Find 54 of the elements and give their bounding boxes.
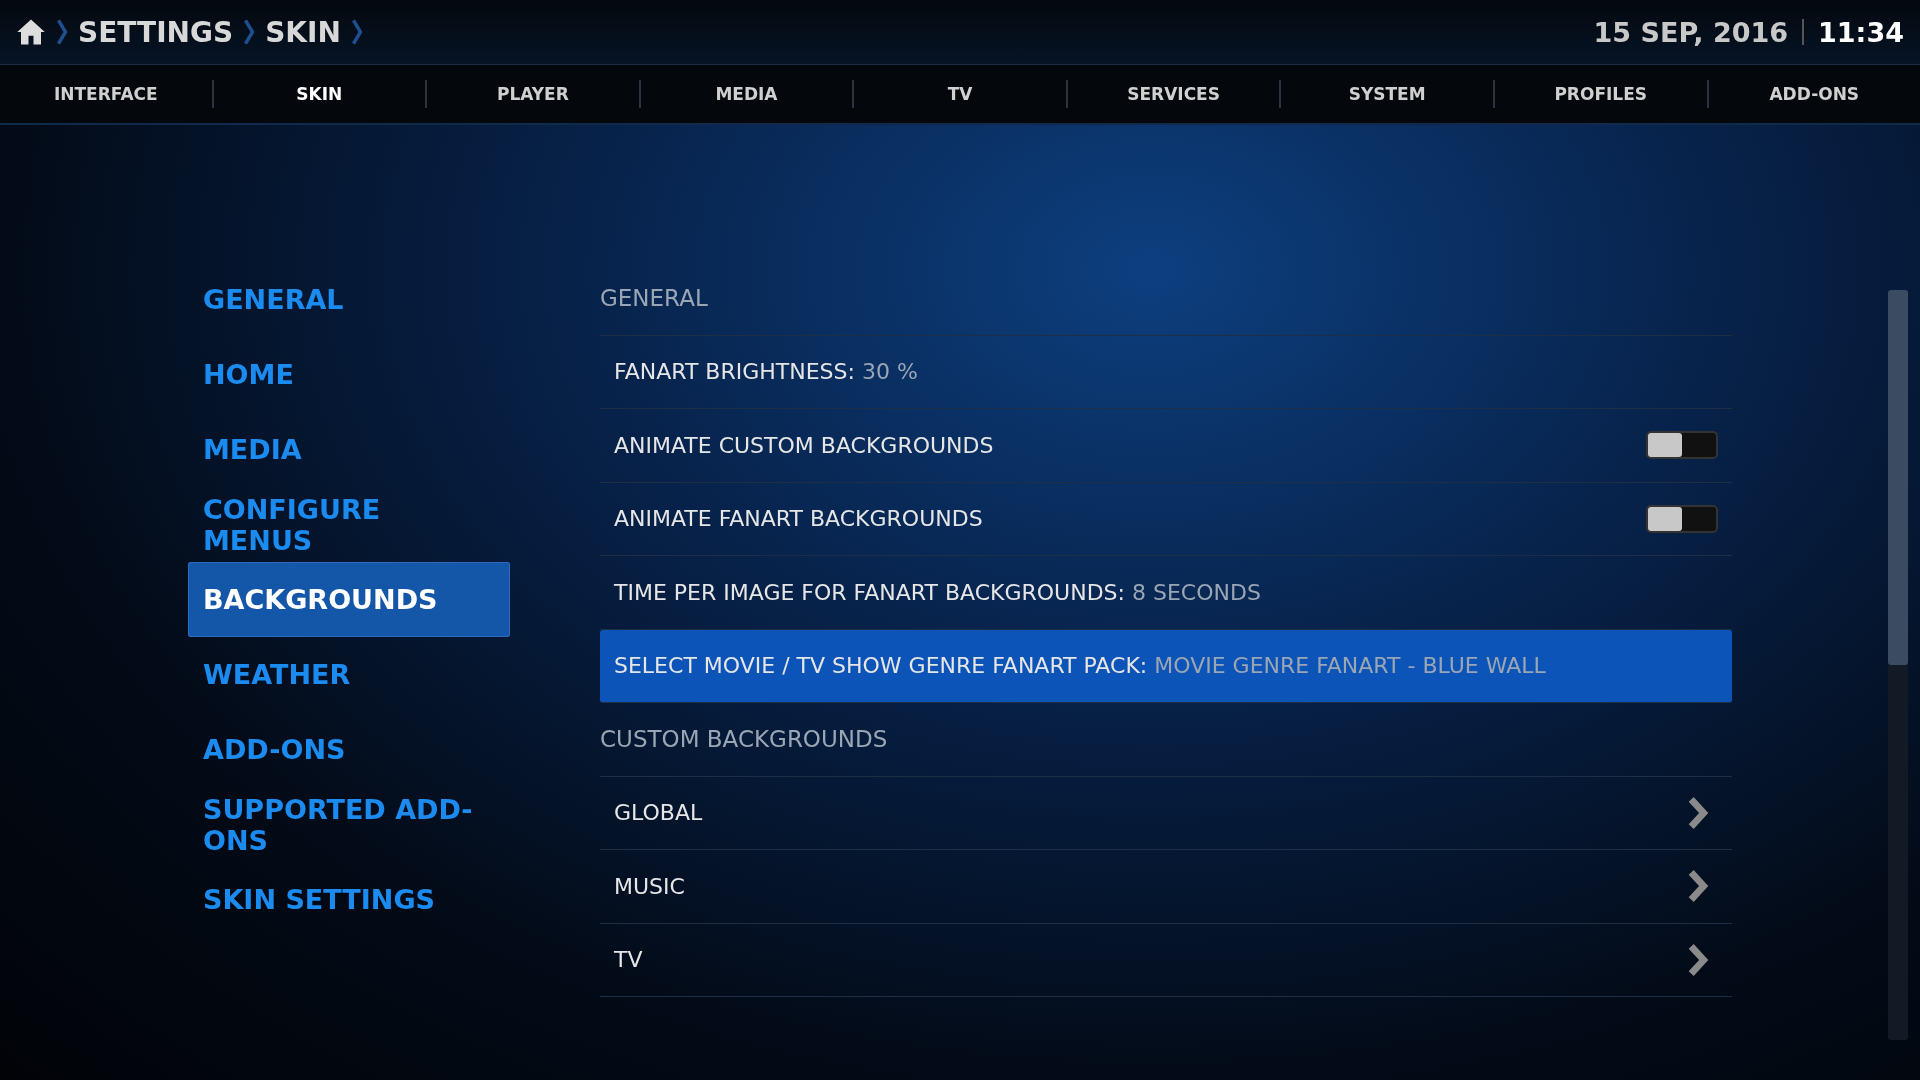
setting-row[interactable]: ANIMATE CUSTOM BACKGROUNDS xyxy=(600,409,1732,483)
tab[interactable]: INTERFACE xyxy=(0,84,212,104)
tab[interactable]: PLAYER xyxy=(427,84,639,104)
tab[interactable]: SKIN xyxy=(213,84,426,104)
category-item[interactable]: HOME xyxy=(188,337,510,412)
tab[interactable]: SYSTEM xyxy=(1281,84,1493,104)
setting-label: MUSIC xyxy=(614,873,685,899)
setting-row[interactable]: FANART BRIGHTNESS: 30 % xyxy=(600,335,1732,409)
tab[interactable]: SERVICES xyxy=(1067,84,1280,104)
setting-row[interactable]: SELECT MOVIE / TV SHOW GENRE FANART PACK: MOVIE GENRE FANART - BLUE WALL xyxy=(600,629,1732,703)
breadcrumb-item[interactable]: SKIN xyxy=(265,15,341,49)
chevron-icon xyxy=(56,18,68,46)
time-text: 11:34 xyxy=(1818,16,1904,48)
chevron-right-icon xyxy=(1686,942,1710,977)
setting-row[interactable]: ANIMATE FANART BACKGROUNDS xyxy=(600,482,1732,556)
setting-label: FANART BRIGHTNESS: xyxy=(614,359,855,385)
category-item[interactable]: WEATHER xyxy=(188,637,510,712)
setting-label: SELECT MOVIE / TV SHOW GENRE FANART PACK: xyxy=(614,653,1148,679)
tab[interactable]: TV xyxy=(854,84,1066,104)
setting-row[interactable]: TIME PER IMAGE FOR FANART BACKGROUNDS: 8 SECONDS xyxy=(600,556,1732,630)
chevron-icon xyxy=(350,18,363,46)
scrollbar-thumb[interactable] xyxy=(1888,290,1908,665)
setting-row[interactable]: TV xyxy=(600,923,1732,997)
tab[interactable]: PROFILES xyxy=(1494,84,1707,104)
setting-label: ANIMATE FANART BACKGROUNDS xyxy=(614,506,983,532)
setting-value: MOVIE GENRE FANART - BLUE WALL xyxy=(1154,653,1546,679)
home-icon[interactable] xyxy=(16,17,46,47)
category-item[interactable]: SKIN SETTINGS xyxy=(188,862,510,937)
chevron-right-icon xyxy=(1686,795,1710,830)
date-text: 15 SEP, 2016 xyxy=(1593,16,1789,48)
category-item[interactable]: MEDIA xyxy=(188,412,510,487)
category-item[interactable]: SUPPORTED ADD-ONS xyxy=(188,787,510,862)
setting-label: GLOBAL xyxy=(614,800,703,826)
setting-label: ANIMATE CUSTOM BACKGROUNDS xyxy=(614,432,994,458)
category-item[interactable]: ADD-ONS xyxy=(188,712,510,787)
setting-value: 8 SECONDS xyxy=(1131,579,1261,605)
chevron-right-icon xyxy=(1686,869,1710,904)
setting-label: TV xyxy=(614,947,643,973)
section-header: CUSTOM BACKGROUNDS xyxy=(600,726,888,753)
toggle-switch[interactable] xyxy=(1646,431,1718,460)
setting-row[interactable]: MUSIC xyxy=(600,850,1732,924)
tab[interactable]: ADD-ONS xyxy=(1708,84,1920,104)
category-item[interactable]: GENERAL xyxy=(188,262,510,337)
category-item[interactable]: CONFIGURE MENUS xyxy=(188,487,510,562)
chevron-icon xyxy=(243,18,256,46)
setting-row[interactable]: GLOBAL xyxy=(600,776,1732,850)
section-header: GENERAL xyxy=(600,285,708,312)
setting-value: 30 % xyxy=(861,359,918,385)
scrollbar[interactable] xyxy=(1888,290,1908,1040)
setting-label: TIME PER IMAGE FOR FANART BACKGROUNDS: xyxy=(614,579,1125,605)
toggle-switch[interactable] xyxy=(1646,504,1718,533)
tab[interactable]: MEDIA xyxy=(640,84,853,104)
category-item[interactable]: BACKGROUNDS xyxy=(188,562,510,637)
breadcrumb-item[interactable]: SETTINGS xyxy=(78,15,234,49)
